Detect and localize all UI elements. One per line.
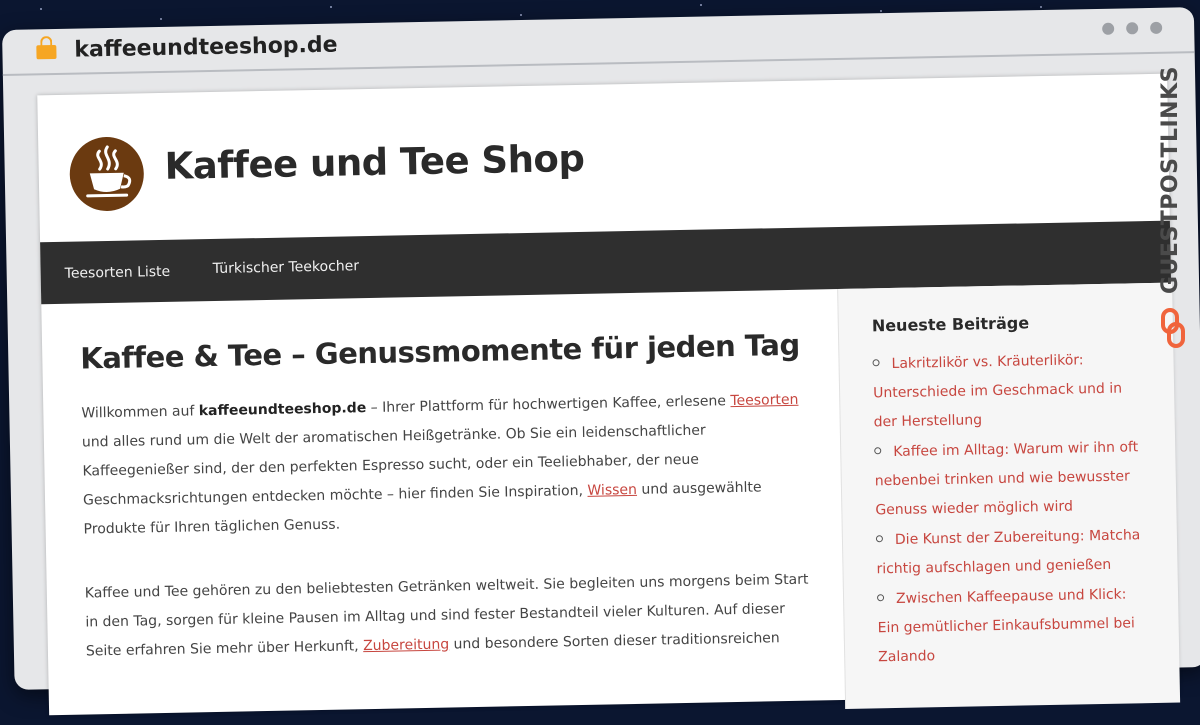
sidebar: Neueste Beiträge Lakritzlikör vs. Kräute…	[837, 282, 1181, 709]
chain-link-icon	[1160, 308, 1186, 348]
bullet-icon	[872, 358, 880, 366]
window-control-dot[interactable]	[1102, 22, 1115, 35]
window-control-dot[interactable]	[1126, 22, 1139, 35]
teesorten-link[interactable]: Teesorten	[730, 392, 798, 409]
post-link[interactable]: Zwischen Kaffeepause und Klick: Ein gemü…	[877, 587, 1135, 666]
page-headline: Kaffee & Tee – Genussmomente für jeden T…	[79, 327, 800, 376]
bullet-icon	[875, 534, 883, 542]
intro-text: Willkommen auf	[81, 403, 199, 422]
site-header: Kaffee und Tee Shop	[37, 74, 1170, 243]
intro-paragraph: Willkommen auf kaffeeundteeshop.de – Ihr…	[81, 386, 812, 545]
web-page: Kaffee und Tee Shop Teesorten Liste Türk…	[37, 73, 1181, 716]
zubereitung-link[interactable]: Zubereitung	[363, 637, 449, 655]
post-link[interactable]: Die Kunst der Zubereitung: Matcha richti…	[876, 527, 1140, 577]
post-link[interactable]: Kaffee im Alltag: Warum wir ihn oft nebe…	[875, 439, 1139, 518]
site-title[interactable]: Kaffee und Tee Shop	[164, 137, 584, 188]
address-bar[interactable]: kaffeeundteeshop.de	[2, 7, 1195, 76]
bullet-icon	[876, 593, 885, 601]
recent-posts-title: Neueste Beiträge	[871, 313, 1030, 336]
url-text[interactable]: kaffeeundteeshop.de	[74, 33, 338, 63]
wissen-link[interactable]: Wissen	[587, 482, 637, 499]
second-paragraph: Kaffee und Tee gehören zu den beliebtest…	[85, 566, 815, 667]
main-content: Kaffee & Tee – Genussmomente für jeden T…	[41, 289, 845, 724]
list-item: Die Kunst der Zubereitung: Matcha richti…	[875, 521, 1147, 584]
bullet-icon	[874, 446, 882, 454]
body-text: und besondere Sorten dieser traditionsre…	[448, 630, 780, 653]
list-item: Lakritzlikör vs. Kräuterlikör: Unterschi…	[872, 345, 1144, 437]
coffee-cup-icon[interactable]	[69, 136, 145, 212]
badge-label: GUESTPOSTLINKS	[1158, 66, 1183, 294]
nav-item-teesorten-liste[interactable]: Teesorten Liste	[65, 264, 171, 282]
list-item: Kaffee im Alltag: Warum wir ihn oft nebe…	[874, 433, 1146, 525]
browser-window: kaffeeundteeshop.de Kaffee und Tee Shop …	[2, 7, 1200, 716]
site-name-bold: kaffeeundteeshop.de	[198, 400, 367, 420]
lock-icon	[36, 44, 57, 60]
recent-posts-list: Lakritzlikör vs. Kräuterlikör: Unterschi…	[872, 345, 1148, 673]
nav-item-tuerkischer-teekocher[interactable]: Türkischer Teekocher	[212, 258, 359, 277]
list-item: Zwischen Kaffeepause und Klick: Ein gemü…	[876, 580, 1149, 672]
guestpostlinks-badge: GUESTPOSTLINKS	[1156, 58, 1192, 358]
window-control-dot[interactable]	[1150, 21, 1163, 34]
post-link[interactable]: Lakritzlikör vs. Kräuterlikör: Unterschi…	[873, 352, 1122, 430]
intro-text: – Ihrer Plattform für hochwertigen Kaffe…	[366, 393, 731, 417]
